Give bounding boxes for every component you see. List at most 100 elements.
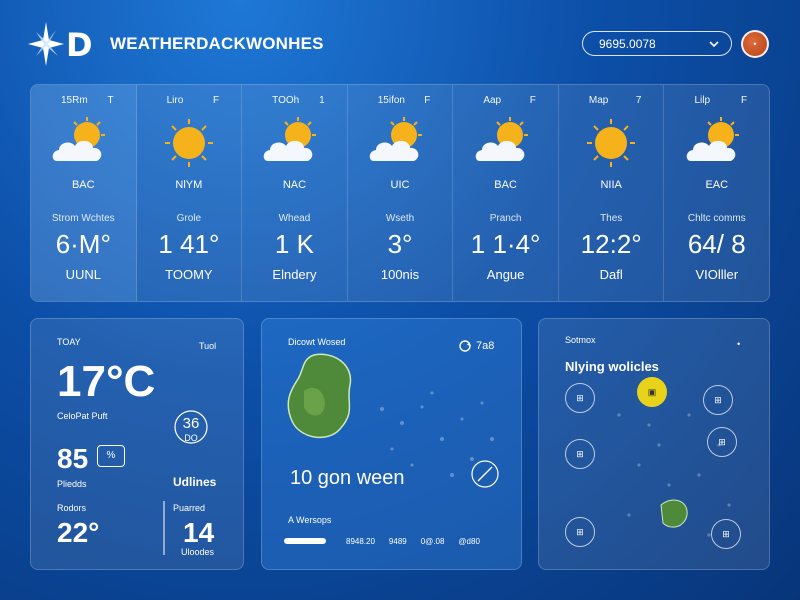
condition-code: BAC — [494, 179, 517, 191]
day-footer: VIOlller — [695, 267, 739, 282]
day-footer: TOOMY — [165, 267, 213, 282]
day-header: Lilp F — [664, 95, 769, 106]
value-d: 14 — [183, 517, 215, 548]
refresh-icon — [459, 340, 471, 352]
timeline-item[interactable]: 8948.20 — [346, 537, 375, 546]
sun-icon — [577, 117, 645, 169]
feels-like-label: CeloPat Puft — [57, 411, 108, 421]
day-temperature: 3° — [387, 229, 413, 259]
map-headline: 10 gon ween — [290, 467, 405, 489]
sun-cloud-icon — [260, 117, 328, 169]
forecast-day[interactable]: Aap F BAC Pranch 1 1·4° Angue — [453, 85, 559, 301]
condition-label: Pranch — [489, 213, 522, 224]
forecast-day[interactable]: Lilp F EAC Chltc comms 64/ 8 VIOlller — [664, 85, 769, 301]
label-d: Puarred — [173, 503, 206, 513]
day-header: 15Rm T — [31, 95, 136, 106]
sun-cloud-icon — [472, 117, 540, 169]
vehicle-icon[interactable]: ⊞ — [711, 519, 741, 549]
day-marker: F — [529, 95, 536, 106]
timeline-item[interactable]: 9489 — [389, 537, 407, 546]
day-temperature: 1 1·4° — [470, 229, 541, 259]
day-footer: Dafl — [599, 267, 623, 282]
condition-code: NIIA — [600, 179, 622, 191]
condition-code: EAC — [705, 179, 729, 191]
timeline-progress — [284, 538, 326, 544]
forecast-day[interactable]: Liro F NlYM Grole 1 41° TOOMY — [137, 85, 243, 301]
timeline-item[interactable]: 0@.08 — [421, 537, 445, 546]
forecast-day[interactable]: Map 7 NIIA Thes 12:2° Dafl — [559, 85, 665, 301]
map-title: Dicowt Wosed — [288, 337, 346, 347]
day-header: Map 7 — [559, 95, 664, 106]
divider — [163, 501, 165, 555]
day-temperature: 12:2° — [580, 229, 642, 259]
chevron-down-icon — [709, 40, 719, 47]
vehicles-card[interactable]: Sotmox • Nlying wolicles ⊞ ▣ ⊞ ⊞ ⊞ ⊞ ⊞ — [538, 318, 770, 570]
vehicle-icon[interactable]: ⊞ — [565, 439, 595, 469]
condition-code: BAC — [71, 179, 95, 191]
map-card[interactable]: Dicowt Wosed 7a8 10 gon ween A Wersops 8… — [261, 318, 522, 570]
gauge-value: 36 — [182, 415, 200, 432]
avatar-label: • — [753, 39, 757, 49]
day-header: 15ifon F — [348, 95, 453, 106]
condition-label: Strom Wchtes — [51, 213, 115, 224]
avatar[interactable]: • — [741, 30, 769, 58]
day-footer: 100nis — [380, 267, 420, 282]
day-label: Aap — [483, 95, 502, 106]
forecast-strip: 15Rm T BAC Strom Wchtes 6·M° UUNL Liro F NlYM Gro… — [30, 84, 770, 302]
today-card[interactable]: TOAY Tuol 17°C CeloPat Puft 36 DO 85 % P… — [30, 318, 244, 570]
sun-icon — [155, 117, 223, 169]
day-footer: Elndery — [272, 267, 317, 282]
low-temperature: 22° — [57, 517, 100, 548]
day-temperature: 64/ 8 — [687, 229, 746, 259]
map-badge-value: 7a8 — [476, 340, 495, 352]
top-bar: D WEATHERDACKWONHES 9695.0078 • — [0, 0, 800, 84]
location-select[interactable]: 9695.0078 — [582, 31, 732, 56]
label-c: Rodors — [57, 503, 87, 513]
day-marker: F — [740, 95, 748, 106]
sun-cloud-icon — [683, 117, 751, 169]
forecast-day[interactable]: 15Rm T BAC Strom Wchtes 6·M° UUNL — [31, 85, 137, 301]
day-footer: UUNL — [65, 267, 101, 282]
star-logo-icon — [28, 22, 64, 66]
day-label: TOOh — [272, 95, 300, 106]
forecast-day[interactable]: TOOh 1 NAC Whead 1 K Elndery — [242, 85, 348, 301]
vehicle-selected-icon[interactable]: ▣ — [637, 377, 667, 407]
condition-label: Grole — [176, 213, 202, 224]
day-marker: T — [107, 95, 114, 106]
vehicle-icon[interactable]: ⊞ — [707, 427, 737, 457]
day-header: Liro F — [137, 95, 242, 106]
forecast-day[interactable]: 15ifon F UIC Wseth 3° 100nis — [348, 85, 454, 301]
day-header: TOOh 1 — [242, 95, 347, 106]
timeline[interactable]: 8948.20 9489 0@.08 @d80 — [284, 537, 506, 546]
vehicle-icon[interactable]: ⊞ — [565, 383, 595, 413]
day-marker: F — [424, 95, 431, 106]
day-temperature: 1 41° — [158, 229, 220, 259]
vehicle-icon[interactable]: ⊞ — [565, 517, 595, 547]
app-logo[interactable]: D — [28, 22, 93, 66]
humidity-value: 85 — [57, 443, 89, 474]
condition-label: Chltc comms — [687, 213, 746, 224]
app-title: WEATHERDACKWONHES — [110, 34, 324, 53]
day-marker: F — [213, 95, 220, 106]
day-label: Lilp — [694, 95, 711, 106]
timeline-item[interactable]: @d80 — [458, 537, 479, 546]
logo-letter: D — [66, 26, 93, 64]
map-caption: A Wersops — [288, 515, 332, 525]
day-label: Liro — [166, 95, 184, 106]
condition-code: NAC — [282, 179, 307, 191]
day-footer: Angue — [486, 267, 525, 282]
humidity-unit-badge: % — [97, 445, 125, 467]
vehicles-title: Nlying wolicles — [565, 359, 659, 374]
vehicle-icon[interactable]: ⊞ — [703, 385, 733, 415]
day-marker: 7 — [635, 95, 642, 106]
more-icon[interactable]: • — [737, 339, 740, 349]
day-label: Map — [588, 95, 609, 106]
condition-label: Thes — [600, 213, 623, 224]
gauge-unit: DO — [184, 433, 198, 443]
location-value: 9695.0078 — [599, 36, 656, 51]
day-temperature: 6·M° — [55, 229, 111, 259]
label-b: Udlines — [173, 475, 217, 489]
day-header: Aap F — [453, 95, 558, 106]
condition-label: Whead — [278, 213, 311, 224]
map-badge[interactable]: 7a8 — [458, 339, 494, 353]
